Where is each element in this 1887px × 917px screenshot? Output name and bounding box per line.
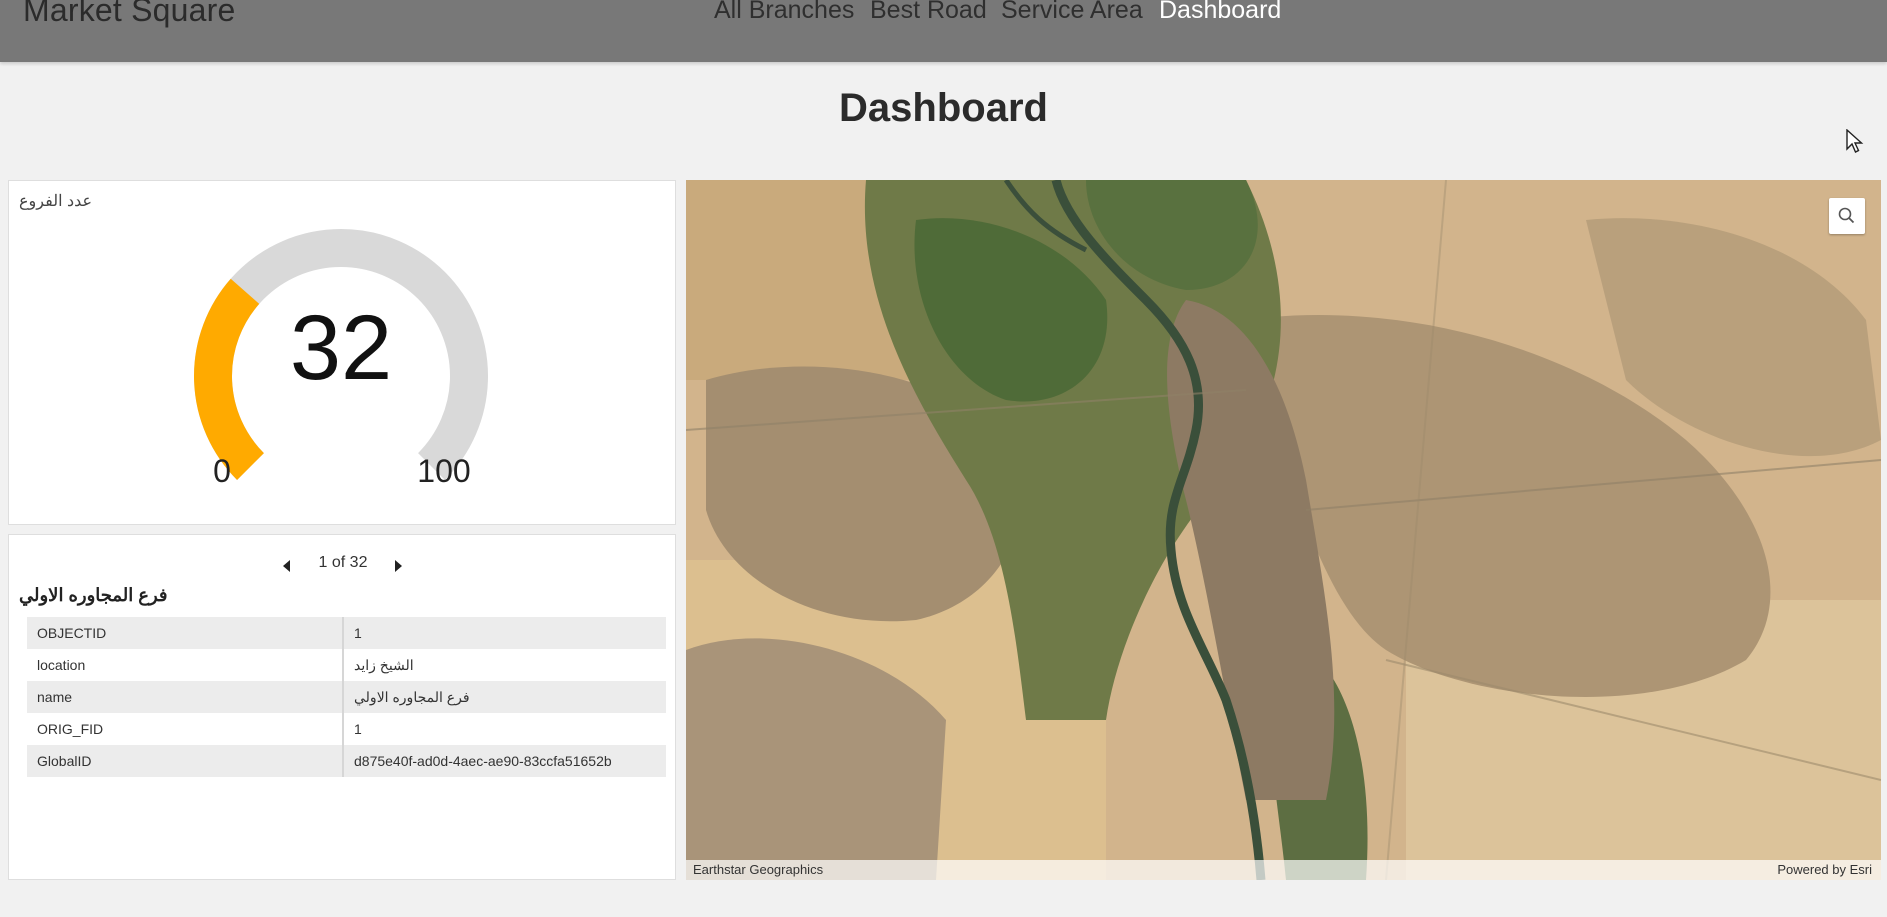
table-row: name فرع المجاوره الاولي: [27, 681, 666, 713]
attribute-value: d875e40f-ad0d-4aec-ae90-83ccfa51652b: [343, 745, 666, 777]
search-icon: [1838, 207, 1855, 224]
gauge-value: 32: [290, 297, 392, 399]
table-row: OBJECTID 1: [27, 617, 666, 649]
attribute-key: GlobalID: [27, 745, 344, 777]
top-navbar: Market Square All Branches Best Road Ser…: [0, 0, 1887, 62]
feature-details-panel: 1 of 32 فرع المجاوره الاولي OBJECTID 1 l…: [8, 534, 676, 880]
attribute-value: الشيخ زايد: [343, 649, 666, 681]
attribution-source: Earthstar Geographics: [693, 862, 824, 877]
table-row: location الشيخ زايد: [27, 649, 666, 681]
attribute-key: OBJECTID: [27, 617, 344, 649]
feature-title: فرع المجاوره الاولي: [19, 585, 168, 605]
table-row: GlobalID d875e40f-ad0d-4aec-ae90-83ccfa5…: [27, 745, 666, 777]
attribute-key: location: [27, 649, 344, 681]
gauge-panel: عدد الفروع 32 0 100: [8, 180, 676, 525]
attribute-key: name: [27, 681, 344, 713]
pager-count: 1 of 32: [318, 554, 368, 571]
powered-by-esri-link[interactable]: Powered by Esri: [1777, 862, 1872, 877]
nav-dashboard[interactable]: Dashboard: [1159, 0, 1281, 25]
attribute-value: 1: [343, 617, 666, 649]
app-brand[interactable]: Market Square: [23, 0, 235, 29]
table-row: ORIG_FID 1: [27, 713, 666, 745]
satellite-imagery[interactable]: [686, 180, 1881, 880]
map-view[interactable]: Earthstar Geographics Powered by Esri: [686, 180, 1881, 880]
feature-pager: 1 of 32: [9, 545, 677, 572]
map-attribution: Earthstar Geographics Powered by Esri: [686, 860, 1881, 880]
nav-all-branches[interactable]: All Branches: [714, 0, 854, 25]
gauge-max-label: 100: [417, 453, 470, 489]
gauge-fill: [194, 278, 265, 480]
gauge-chart: 32 0 100: [194, 229, 488, 489]
next-feature-icon[interactable]: [395, 560, 402, 572]
attribute-value: فرع المجاوره الاولي: [343, 681, 666, 713]
attribute-key: ORIG_FID: [27, 713, 344, 745]
map-search-button[interactable]: [1829, 198, 1865, 234]
gauge-min-label: 0: [213, 453, 231, 489]
mouse-cursor-icon: [1846, 129, 1864, 153]
nav-service-area[interactable]: Service Area: [1001, 0, 1143, 25]
attribute-value: 1: [343, 713, 666, 745]
page-title: Dashboard: [839, 86, 1048, 130]
nav-best-road[interactable]: Best Road: [870, 0, 987, 25]
attribute-table: OBJECTID 1 location الشيخ زايد name فرع …: [27, 617, 666, 777]
